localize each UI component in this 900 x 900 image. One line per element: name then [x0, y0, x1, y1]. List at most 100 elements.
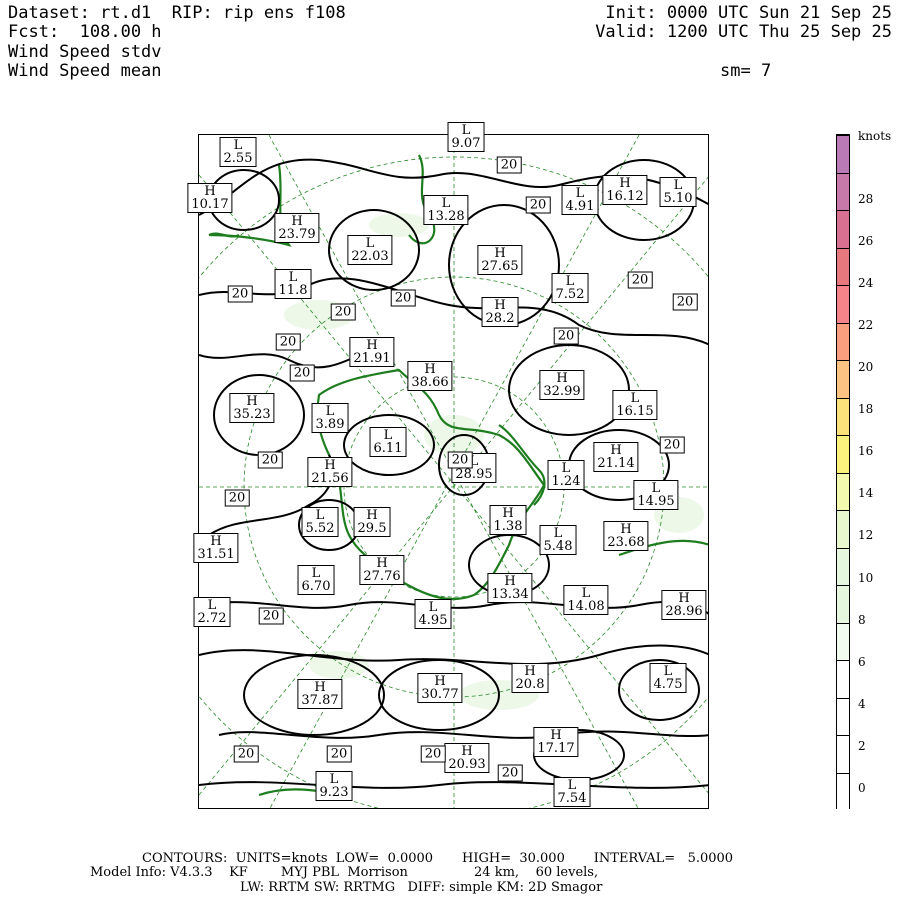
pressure-center-value: 21.56 [311, 471, 349, 486]
high-label: H 23.79 [274, 213, 320, 243]
model-info: Model Info: V4.3.3 KF MYJ PBL Morrison 2… [90, 865, 599, 880]
pressure-center-value: 3.89 [315, 417, 345, 432]
contour-value-label: 20 [224, 489, 250, 507]
field-mean-label: Wind Speed mean [8, 61, 162, 81]
colorbar-units: knots [858, 129, 892, 143]
low-label: L 3.89 [311, 403, 349, 433]
contour-value-label: 20 [275, 333, 301, 351]
pressure-center-value: 1.24 [551, 474, 581, 489]
pressure-center-value: 13.28 [427, 209, 465, 224]
pressure-center-value: 28.95 [455, 467, 493, 482]
pressure-center-value: 35.23 [233, 407, 271, 422]
field-stdv-label: Wind Speed stdv [8, 42, 162, 62]
high-label: H 17.17 [533, 727, 579, 757]
low-label: L 2.55 [219, 137, 257, 167]
high-label: H 21.91 [349, 337, 395, 367]
colorbar-tick-label: 6 [858, 654, 866, 669]
low-label: L 13.28 [423, 195, 469, 225]
pressure-center-value: 27.76 [363, 569, 401, 584]
contour-value-label: 20 [496, 156, 522, 174]
pressure-center-value: 23.68 [607, 535, 645, 550]
colorbar-tick-label: 18 [858, 402, 874, 417]
colorbar-segment [837, 210, 849, 248]
pressure-center-value: 37.87 [301, 693, 339, 708]
low-label: L 7.52 [551, 273, 589, 303]
contour-value-label: 20 [553, 327, 579, 345]
pressure-center-value: 21.14 [597, 456, 635, 471]
contour-value-label: 20 [330, 303, 356, 321]
pressure-center-value: 5.52 [305, 521, 335, 536]
pressure-center-value: 2.55 [223, 151, 253, 166]
colorbar [836, 134, 850, 810]
low-label: L 2.72 [193, 597, 231, 627]
colorbar-segment [837, 622, 849, 660]
pressure-center-value: 30.77 [421, 687, 459, 702]
colorbar-segment [837, 735, 849, 773]
pressure-center-value: 4.95 [418, 613, 448, 628]
colorbar-segment [837, 585, 849, 623]
contour-value-label: 20 [627, 271, 653, 289]
pressure-center-value: 1.38 [493, 519, 523, 534]
high-label: H 38.66 [407, 361, 453, 391]
forecast-hour-label: Fcst: 108.00 h [8, 22, 162, 42]
colorbar-segment [837, 397, 849, 435]
high-label: H 28.96 [661, 590, 707, 620]
colorbar-segment [837, 247, 849, 285]
colorbar-segment [837, 322, 849, 360]
low-label: L 7.54 [553, 777, 591, 807]
pressure-center-value: 21.91 [353, 351, 391, 366]
high-label: H 20.8 [511, 663, 549, 693]
pressure-center-value: 4.75 [653, 677, 683, 692]
colorbar-segment [837, 435, 849, 473]
pressure-center-value: 5.48 [543, 539, 573, 554]
high-label: H 23.68 [603, 521, 649, 551]
pressure-center-value: 27.65 [481, 259, 519, 274]
contour-value-label: 20 [257, 451, 283, 469]
pressure-center-value: 31.51 [197, 547, 235, 562]
contours-info: CONTOURS: UNITS=knots LOW= 0.0000 HIGH= … [142, 851, 734, 866]
low-label: L 14.95 [633, 480, 679, 510]
contour-value-label: 20 [233, 745, 259, 763]
pressure-center-value: 9.07 [451, 136, 481, 151]
high-label: H 35.23 [229, 393, 275, 423]
pressure-center-value: 2.72 [197, 611, 227, 626]
low-label: L 16.15 [612, 390, 658, 420]
low-label: L 1.24 [547, 460, 585, 490]
pressure-center-value: 28.2 [485, 311, 515, 326]
pressure-center-value: 29.5 [357, 521, 387, 536]
contour-value-label: 20 [525, 196, 551, 214]
high-label: H 27.76 [359, 555, 405, 585]
pressure-center-value: 11.8 [278, 283, 308, 298]
colorbar-segment [837, 772, 849, 810]
high-label: H 32.99 [539, 370, 585, 400]
pressure-center-value: 6.11 [373, 441, 403, 456]
contour-value-label: 20 [326, 745, 352, 763]
pressure-center-value: 22.03 [351, 249, 389, 264]
low-label: L 4.95 [414, 599, 452, 629]
low-label: L 4.91 [561, 185, 599, 215]
high-label: H 30.77 [417, 673, 463, 703]
high-label: H 1.38 [489, 505, 527, 535]
high-label: H 27.65 [477, 245, 523, 275]
colorbar-tick-label: 28 [858, 191, 874, 206]
pressure-center-value: 23.79 [278, 227, 316, 242]
colorbar-tick-label: 22 [858, 317, 874, 332]
high-label: H 31.51 [193, 533, 239, 563]
colorbar-tick-label: 2 [858, 738, 866, 753]
colorbar-tick-label: 20 [858, 360, 874, 374]
pressure-center-value: 17.17 [537, 741, 575, 756]
pressure-center-value: 20.8 [515, 677, 545, 692]
low-label: L 6.11 [369, 427, 407, 457]
contour-value-label: 20 [390, 289, 416, 307]
pressure-center-value: 7.54 [557, 791, 587, 806]
pressure-center-value: 20.93 [448, 757, 486, 772]
colorbar-tick-label: 26 [858, 233, 874, 248]
colorbar-tick-label: 8 [858, 612, 866, 627]
colorbar-tick-label: 14 [858, 486, 874, 501]
pressure-center-value: 32.99 [543, 384, 581, 399]
low-label: L 4.75 [649, 663, 687, 693]
colorbar-tick-label: 0 [858, 781, 866, 795]
colorbar-tick-label: 24 [858, 275, 874, 290]
pressure-center-value: 38.66 [411, 375, 449, 390]
contour-value-label: 20 [258, 607, 284, 625]
